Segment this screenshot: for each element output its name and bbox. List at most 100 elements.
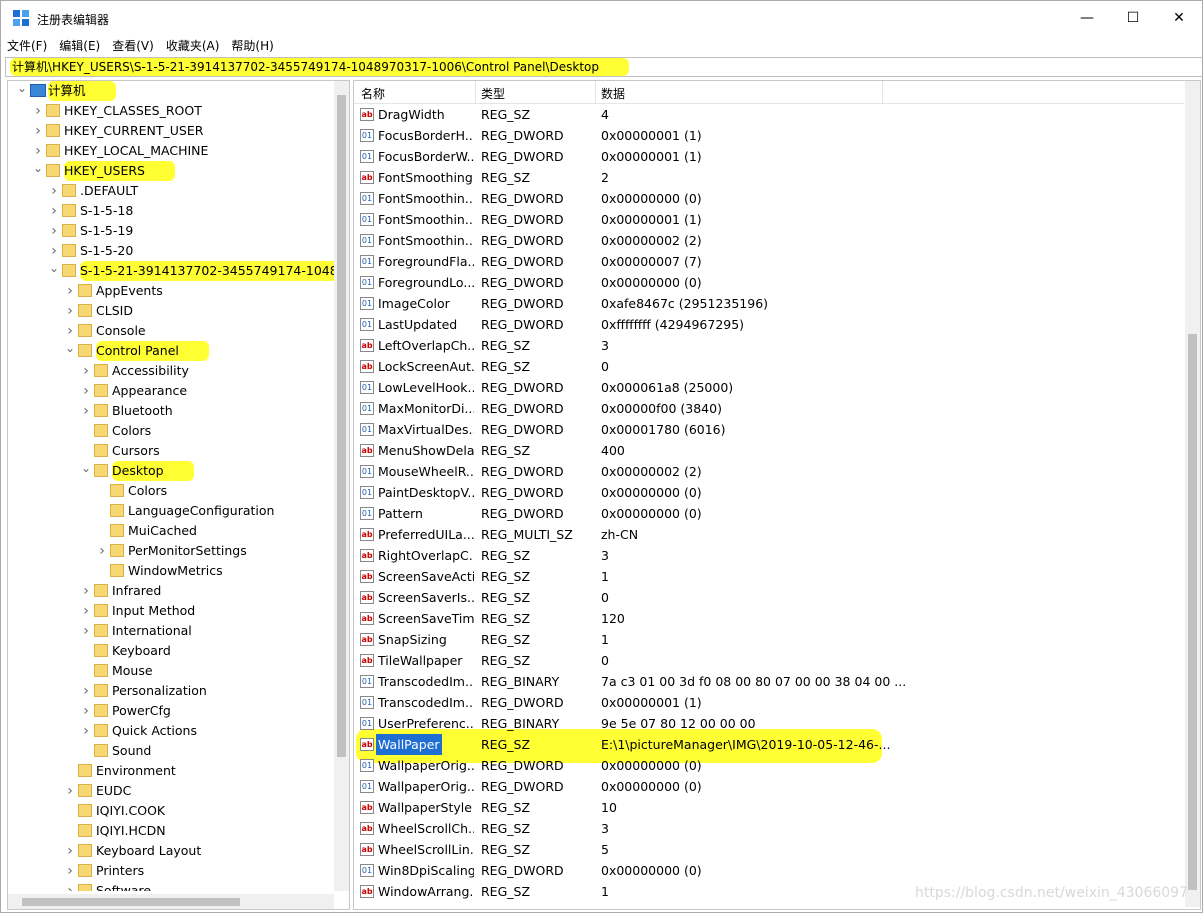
tree-item[interactable]: Colors (8, 481, 334, 501)
value-row[interactable]: ab SnapSizing REG_SZ 1 (354, 629, 1184, 650)
tree-item[interactable]: Sound (8, 741, 334, 761)
collapsed-arrow-icon[interactable]: › (64, 861, 76, 881)
menu-view[interactable]: 查看(V) (106, 35, 160, 56)
tree-vertical-scroll-thumb[interactable] (337, 95, 346, 757)
collapsed-arrow-icon[interactable]: › (64, 881, 76, 891)
value-row[interactable]: 01 PaintDesktopV... REG_DWORD 0x00000000 (0… (354, 482, 1184, 503)
value-row[interactable]: 01 TranscodedIm... REG_BINARY 7a c3 01 00 3… (354, 671, 1184, 692)
tree-item[interactable]: › Accessibility (8, 361, 334, 381)
tree-vertical-scrollbar[interactable] (334, 81, 349, 891)
tree-item[interactable]: › Software (8, 881, 334, 891)
collapsed-arrow-icon[interactable]: › (80, 721, 92, 741)
collapsed-arrow-icon[interactable]: › (48, 221, 60, 241)
collapsed-arrow-icon[interactable]: › (64, 321, 76, 341)
tree-item[interactable]: › Personalization (8, 681, 334, 701)
collapsed-arrow-icon[interactable]: › (80, 381, 92, 401)
collapsed-arrow-icon[interactable]: › (80, 581, 92, 601)
tree-item[interactable]: › Bluetooth (8, 401, 334, 421)
value-row[interactable]: ab ScreenSaveTim... REG_SZ 120 (354, 608, 1184, 629)
tree-item[interactable]: › PerMonitorSettings (8, 541, 334, 561)
menu-favorites[interactable]: 收藏夹(A) (160, 35, 226, 56)
values-pane[interactable]: 名称 类型 数据 ab DragWidth REG_SZ 4 01 FocusBorder… (353, 80, 1201, 910)
collapsed-arrow-icon[interactable]: › (80, 701, 92, 721)
value-row[interactable]: 01 LowLevelHook... REG_DWORD 0x000061a8 (25… (354, 377, 1184, 398)
column-type[interactable]: 类型 (481, 85, 505, 102)
tree-item[interactable]: Keyboard (8, 641, 334, 661)
value-row[interactable]: ab LeftOverlapCh... REG_SZ 3 (354, 335, 1184, 356)
value-row[interactable]: 01 TranscodedIm... REG_DWORD 0x00000001 (1) (354, 692, 1184, 713)
value-row[interactable]: ab RightOverlapC... REG_SZ 3 (354, 545, 1184, 566)
tree-item[interactable]: ⌄ S-1-5-21-3914137702-3455749174-1048970 (8, 261, 334, 281)
tree-item[interactable]: ⌄ Desktop (8, 461, 334, 481)
collapsed-arrow-icon[interactable]: › (64, 281, 76, 301)
column-divider[interactable] (475, 81, 476, 103)
tree-item[interactable]: › Input Method (8, 601, 334, 621)
tree-item[interactable]: › EUDC (8, 781, 334, 801)
column-divider[interactable] (595, 81, 596, 103)
tree-item[interactable]: › AppEvents (8, 281, 334, 301)
tree-item[interactable]: › Printers (8, 861, 334, 881)
tree-item[interactable]: › HKEY_CURRENT_USER (8, 121, 334, 141)
column-data[interactable]: 数据 (601, 85, 625, 102)
expanded-arrow-icon[interactable]: ⌄ (80, 461, 92, 475)
menu-help[interactable]: 帮助(H) (225, 35, 279, 56)
collapsed-arrow-icon[interactable]: › (32, 121, 44, 141)
collapsed-arrow-icon[interactable]: › (96, 541, 108, 561)
tree-item[interactable]: MuiCached (8, 521, 334, 541)
value-row[interactable]: ab WallPaper REG_SZ E:\1\pictureManager\IMG… (354, 734, 1184, 755)
value-row[interactable]: 01 ForegroundFla... REG_DWORD 0x00000007 (7… (354, 251, 1184, 272)
menu-edit[interactable]: 编辑(E) (53, 35, 106, 56)
close-button[interactable]: ✕ (1156, 1, 1202, 35)
value-row[interactable]: 01 FocusBorderH... REG_DWORD 0x00000001 (1) (354, 125, 1184, 146)
collapsed-arrow-icon[interactable]: › (64, 781, 76, 801)
collapsed-arrow-icon[interactable]: › (64, 301, 76, 321)
tree-item[interactable]: › HKEY_LOCAL_MACHINE (8, 141, 334, 161)
value-row[interactable]: 01 ImageColor REG_DWORD 0xafe8467c (2951235… (354, 293, 1184, 314)
tree-item[interactable]: › S-1-5-18 (8, 201, 334, 221)
value-row[interactable]: ab WheelScrollCh... REG_SZ 3 (354, 818, 1184, 839)
expanded-arrow-icon[interactable]: ⌄ (48, 261, 60, 275)
tree-item[interactable]: IQIYI.COOK (8, 801, 334, 821)
value-row[interactable]: ab TileWallpaper REG_SZ 0 (354, 650, 1184, 671)
tree-item[interactable]: › Appearance (8, 381, 334, 401)
value-row[interactable]: 01 Pattern REG_DWORD 0x00000000 (0) (354, 503, 1184, 524)
tree-item[interactable]: ⌄ HKEY_USERS (8, 161, 334, 181)
tree-item[interactable]: IQIYI.HCDN (8, 821, 334, 841)
value-row[interactable]: 01 LastUpdated REG_DWORD 0xffffffff (429496… (354, 314, 1184, 335)
collapsed-arrow-icon[interactable]: › (80, 681, 92, 701)
tree-item[interactable]: › PowerCfg (8, 701, 334, 721)
tree-item[interactable]: Colors (8, 421, 334, 441)
value-row[interactable]: ab DragWidth REG_SZ 4 (354, 104, 1184, 125)
value-row[interactable]: 01 FocusBorderW... REG_DWORD 0x00000001 (1) (354, 146, 1184, 167)
tree-item[interactable]: › S-1-5-19 (8, 221, 334, 241)
column-name[interactable]: 名称 (361, 85, 385, 102)
collapsed-arrow-icon[interactable]: › (80, 361, 92, 381)
tree-item[interactable]: Environment (8, 761, 334, 781)
tree-horizontal-scrollbar[interactable] (8, 894, 334, 909)
tree-item[interactable]: ⌄ Control Panel (8, 341, 334, 361)
collapsed-arrow-icon[interactable]: › (32, 141, 44, 161)
tree-item[interactable]: ⌄ 计算机 (8, 81, 334, 101)
maximize-button[interactable]: ☐ (1110, 1, 1156, 35)
list-vertical-scroll-thumb[interactable] (1188, 334, 1197, 890)
value-row[interactable]: 01 WallpaperOrig... REG_DWORD 0x00000000 (0… (354, 776, 1184, 797)
tree-item[interactable]: › Keyboard Layout (8, 841, 334, 861)
value-row[interactable]: 01 WallpaperOrig... REG_DWORD 0x00000000 (0… (354, 755, 1184, 776)
value-row[interactable]: 01 Win8DpiScaling REG_DWORD 0x00000000 (0) (354, 860, 1184, 881)
tree-item[interactable]: LanguageConfiguration (8, 501, 334, 521)
value-row[interactable]: 01 MouseWheelR... REG_DWORD 0x00000002 (2) (354, 461, 1184, 482)
minimize-button[interactable]: — (1064, 1, 1110, 35)
tree-item[interactable]: › S-1-5-20 (8, 241, 334, 261)
collapsed-arrow-icon[interactable]: › (64, 841, 76, 861)
tree-item[interactable]: › CLSID (8, 301, 334, 321)
collapsed-arrow-icon[interactable]: › (48, 241, 60, 261)
expanded-arrow-icon[interactable]: ⌄ (64, 341, 76, 355)
value-row[interactable]: ab MenuShowDelay REG_SZ 400 (354, 440, 1184, 461)
address-bar[interactable]: 计算机\HKEY_USERS\S-1-5-21-3914137702-34557… (5, 57, 1203, 77)
tree-item[interactable]: Mouse (8, 661, 334, 681)
value-row[interactable]: 01 FontSmoothin... REG_DWORD 0x00000002 (2) (354, 230, 1184, 251)
value-row[interactable]: ab LockScreenAut... REG_SZ 0 (354, 356, 1184, 377)
value-row[interactable]: 01 ForegroundLo... REG_DWORD 0x00000000 (0) (354, 272, 1184, 293)
value-row[interactable]: ab PreferredUILa... REG_MULTI_SZ zh-CN (354, 524, 1184, 545)
collapsed-arrow-icon[interactable]: › (80, 601, 92, 621)
